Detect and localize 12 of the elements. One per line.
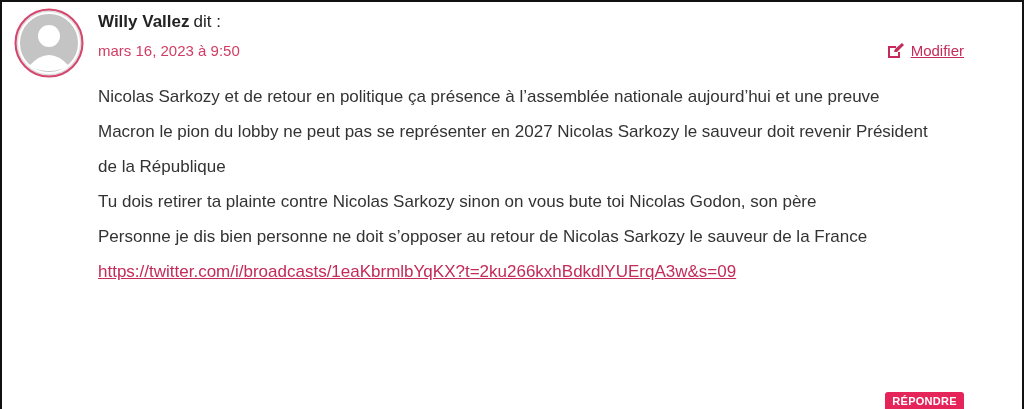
said-label: dit :	[193, 12, 221, 32]
comment-paragraph: Macron le pion du lobby ne peut pas se représenter en 2027 Nicolas Sarkozy le sauveur doit revenir Président de la République	[98, 121, 928, 178]
twitter-link[interactable]: https://twitter.com/i/broadcasts/1eaKbrmlbYqKX?t=2ku266kxhBdkdlYUErqA3w&s=09	[98, 254, 737, 289]
comment-paragraph: Tu dois retirer ta plainte contre Nicolas Sarkozy sinon on vous bute toi Nicolas Godon, son père	[98, 191, 818, 213]
reply-button[interactable]: RÉPONDRE	[885, 392, 964, 409]
avatar	[14, 8, 84, 78]
comment-paragraph: Personne je dis bien personne ne doit s’opposer au retour de Nicolas Sarkozy le sauveur de la France	[98, 226, 869, 248]
author-name: Willy Vallez	[98, 12, 190, 32]
edit-icon	[886, 42, 905, 59]
comment-date[interactable]: mars 16, 2023 à 9:50	[98, 42, 240, 59]
edit-link[interactable]: Modifier	[886, 42, 964, 59]
comment-paragraph: Nicolas Sarkozy et de retour en politique ça présence à l’assemblée nationale aujourd’hui et une preuve	[98, 86, 881, 108]
